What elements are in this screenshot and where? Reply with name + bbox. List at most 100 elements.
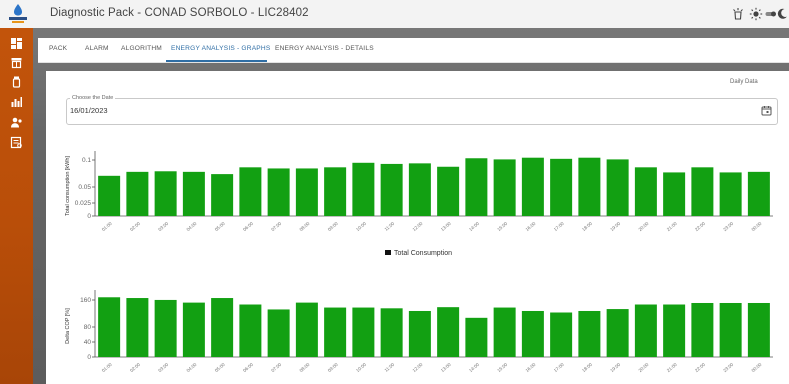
app-title: Diagnostic Pack - CONAD SORBOLO - LIC284… bbox=[50, 7, 309, 19]
tab-energy-analysis-details[interactable]: ENERGY ANALYSIS - DETAILS bbox=[275, 45, 374, 52]
device-icon[interactable] bbox=[10, 75, 23, 88]
bar[interactable] bbox=[747, 302, 770, 357]
bar[interactable] bbox=[182, 302, 205, 357]
bar[interactable] bbox=[550, 158, 573, 216]
beacon-icon[interactable] bbox=[731, 7, 745, 21]
bar[interactable] bbox=[550, 312, 573, 358]
x-tick-label: 22:00 bbox=[694, 362, 706, 374]
x-tick-label: 09:00 bbox=[327, 362, 339, 374]
bar[interactable] bbox=[465, 317, 488, 357]
y-tick-label: 0.05 bbox=[78, 184, 91, 191]
tab-alarm[interactable]: ALARM bbox=[85, 45, 109, 52]
tab-bar: PACK ALARM ALGORITHM ENERGY ANALYSIS - G… bbox=[38, 38, 789, 63]
y-tick-label: 0 bbox=[87, 354, 91, 361]
bar[interactable] bbox=[126, 298, 149, 357]
x-tick-label: 22:00 bbox=[694, 221, 706, 233]
x-tick-label: 08:00 bbox=[298, 221, 310, 233]
report-icon[interactable] bbox=[10, 136, 23, 149]
bar[interactable] bbox=[747, 171, 770, 216]
bar[interactable] bbox=[324, 307, 347, 357]
bar[interactable] bbox=[239, 304, 262, 357]
bar[interactable] bbox=[437, 166, 460, 216]
bar[interactable] bbox=[493, 307, 516, 357]
bar[interactable] bbox=[380, 163, 403, 216]
bar[interactable] bbox=[578, 310, 601, 357]
bar[interactable] bbox=[493, 159, 516, 216]
bar[interactable] bbox=[267, 309, 290, 357]
bar[interactable] bbox=[578, 157, 601, 216]
bar[interactable] bbox=[521, 157, 544, 216]
bar[interactable] bbox=[634, 304, 657, 357]
moon-icon[interactable] bbox=[775, 7, 789, 21]
bar[interactable] bbox=[634, 167, 657, 216]
legend-swatch bbox=[385, 250, 391, 255]
tab-energy-analysis-graphs[interactable]: ENERGY ANALYSIS - GRAPHS bbox=[171, 45, 270, 52]
bar[interactable] bbox=[521, 310, 544, 357]
date-picker-label: Choose the Date bbox=[70, 95, 116, 101]
bar[interactable] bbox=[211, 298, 234, 357]
x-tick-label: 14:00 bbox=[468, 221, 480, 233]
bar[interactable] bbox=[663, 172, 686, 216]
bar[interactable] bbox=[324, 167, 347, 216]
bar[interactable] bbox=[719, 172, 742, 216]
tab-pack[interactable]: PACK bbox=[49, 45, 67, 52]
bar[interactable] bbox=[380, 308, 403, 357]
x-tick-label: 18:00 bbox=[581, 221, 593, 233]
bar[interactable] bbox=[98, 297, 121, 357]
dashboard-icon[interactable] bbox=[10, 37, 23, 50]
date-picker-value[interactable]: 16/01/2023 bbox=[70, 106, 108, 115]
active-tab-indicator bbox=[166, 60, 267, 62]
bar[interactable] bbox=[239, 167, 262, 216]
bar[interactable] bbox=[465, 158, 488, 216]
x-tick-label: 20:00 bbox=[637, 221, 649, 233]
bar[interactable] bbox=[154, 171, 177, 216]
bar[interactable] bbox=[126, 171, 149, 216]
x-tick-label: 21:00 bbox=[666, 362, 678, 374]
x-tick-label: 05:00 bbox=[214, 362, 226, 374]
x-tick-label: 14:00 bbox=[468, 362, 480, 374]
date-picker-field[interactable] bbox=[66, 98, 778, 125]
x-tick-label: 02:00 bbox=[129, 221, 141, 233]
bar[interactable] bbox=[408, 310, 431, 357]
x-tick-label: 23:00 bbox=[722, 221, 734, 233]
bar[interactable] bbox=[211, 174, 234, 216]
x-tick-label: 03:00 bbox=[157, 221, 169, 233]
x-tick-label: 12:00 bbox=[411, 221, 423, 233]
bar[interactable] bbox=[267, 168, 290, 216]
bar[interactable] bbox=[352, 307, 375, 357]
bar[interactable] bbox=[295, 302, 318, 357]
bar[interactable] bbox=[437, 307, 460, 357]
bar[interactable] bbox=[154, 299, 177, 357]
calendar-icon[interactable] bbox=[761, 105, 772, 116]
sun-icon[interactable] bbox=[749, 7, 763, 21]
users-icon[interactable] bbox=[10, 116, 23, 129]
bar[interactable] bbox=[295, 168, 318, 216]
x-tick-label: 08:00 bbox=[298, 362, 310, 374]
x-tick-label: 20:00 bbox=[637, 362, 649, 374]
y-axis-label: Delta COP [%] bbox=[65, 308, 71, 344]
x-tick-label: 01:00 bbox=[101, 221, 113, 233]
total-consumption-chart: 0.1 0.05 0.025 0 Total consumption [kWh] 01:0… bbox=[65, 151, 773, 257]
bar[interactable] bbox=[663, 304, 686, 357]
x-tick-label: 21:00 bbox=[666, 221, 678, 233]
epta-logo[interactable] bbox=[6, 3, 30, 25]
storefront-icon[interactable] bbox=[10, 56, 23, 69]
bar[interactable] bbox=[352, 162, 375, 216]
x-tick-label: 03:00 bbox=[157, 362, 169, 374]
bar[interactable] bbox=[408, 163, 431, 216]
bar[interactable] bbox=[98, 175, 121, 216]
y-tick-label: 0 bbox=[87, 213, 91, 220]
legend-label[interactable]: Total Consumption bbox=[394, 250, 452, 257]
x-tick-label: 19:00 bbox=[609, 221, 621, 233]
x-tick-label: 23:00 bbox=[722, 362, 734, 374]
bar[interactable] bbox=[182, 171, 205, 216]
bar[interactable] bbox=[606, 309, 629, 357]
bar[interactable] bbox=[691, 167, 714, 216]
daily-data-label[interactable]: Daily Data bbox=[730, 79, 758, 85]
chart-icon[interactable] bbox=[10, 95, 23, 108]
bar[interactable] bbox=[719, 302, 742, 357]
bar[interactable] bbox=[691, 302, 714, 357]
tab-algorithm[interactable]: ALGORITHM bbox=[121, 45, 162, 52]
bar[interactable] bbox=[606, 159, 629, 216]
x-tick-label: 07:00 bbox=[270, 362, 282, 374]
